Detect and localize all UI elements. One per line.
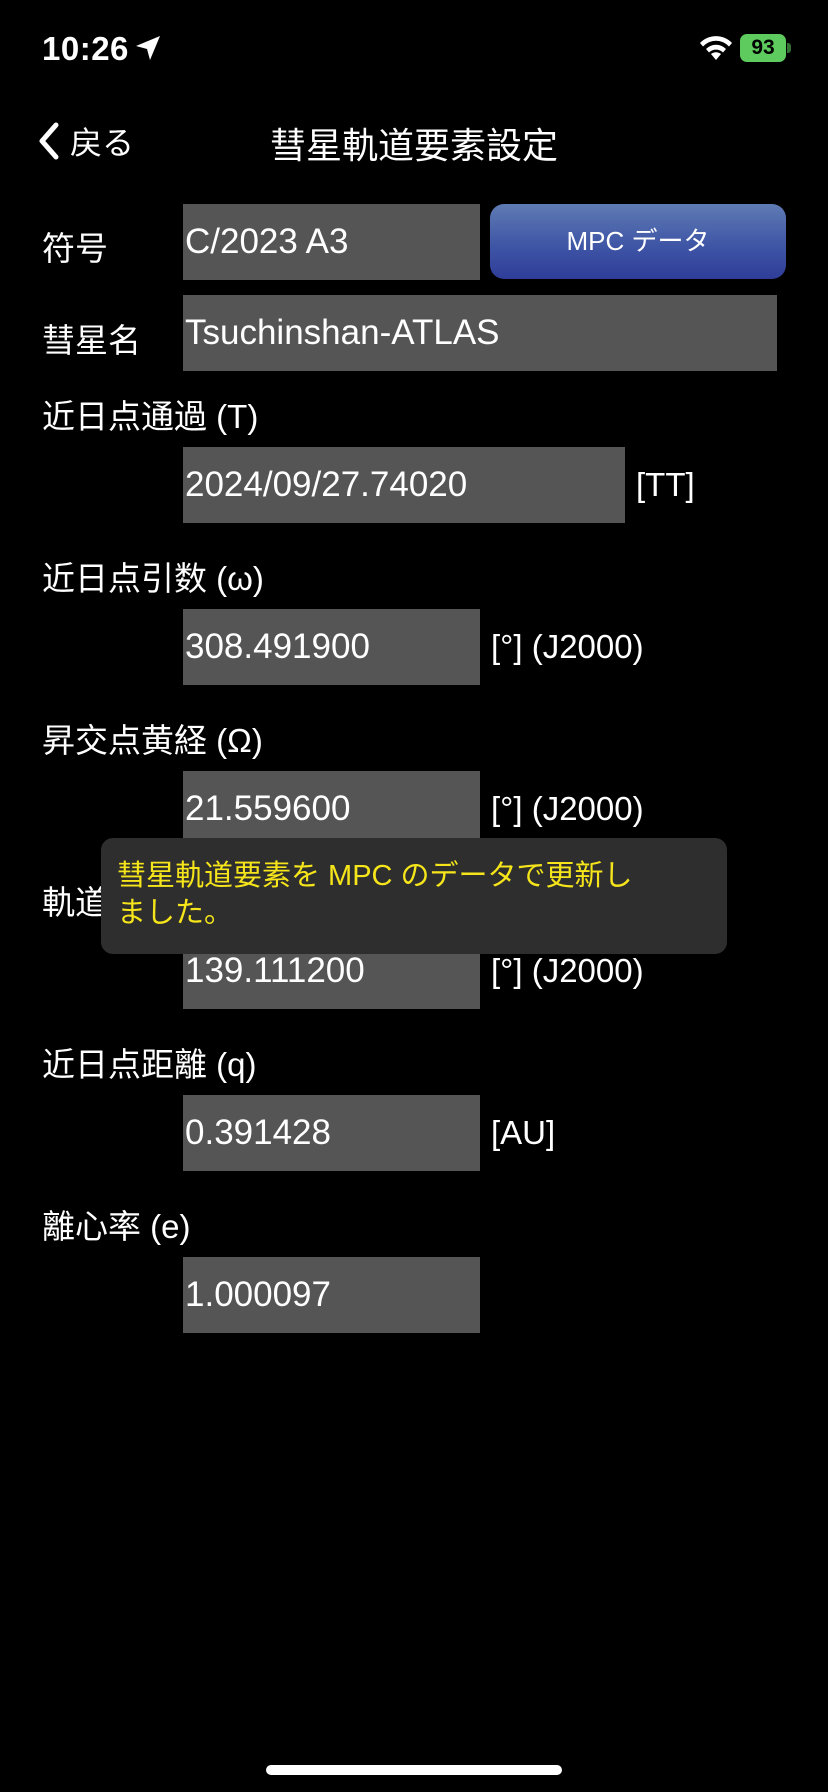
navigation-bar: 戻る 彗星軌道要素設定 [0, 105, 828, 175]
perihelion-distance-field[interactable]: 0.391428 [183, 1095, 480, 1171]
status-bar: 10:26 93 [0, 0, 828, 100]
location-arrow-icon [136, 36, 160, 60]
perihelion-distance-label: 近日点距離 (q) [42, 1046, 257, 1083]
home-indicator[interactable] [266, 1765, 562, 1775]
battery-tip [787, 43, 791, 53]
wifi-icon [700, 36, 732, 60]
inclination-label: 軌道 [42, 884, 108, 921]
inclination-unit: [°] (J2000) [491, 952, 644, 989]
comet-name-label: 彗星名 [42, 322, 141, 359]
perihelion-time-label: 近日点通過 (T) [42, 398, 259, 435]
arg-perihelion-field[interactable]: 308.491900 [183, 609, 480, 685]
eccentricity-field[interactable]: 1.000097 [183, 1257, 480, 1333]
toast-line-2: ました。 [117, 897, 234, 929]
toast-line-1: 彗星軌道要素を MPC のデータで更新し [117, 860, 633, 892]
battery-level: 93 [740, 34, 786, 62]
comet-name-field[interactable]: Tsuchinshan-ATLAS [183, 295, 777, 371]
toast-message: 彗星軌道要素を MPC のデータで更新し ました。 [101, 838, 727, 954]
perihelion-time-field[interactable]: 2024/09/27.74020 [183, 447, 625, 523]
status-time: 10:26 [42, 30, 129, 67]
asc-node-unit: [°] (J2000) [491, 790, 644, 827]
mpc-data-button[interactable]: MPC データ [490, 204, 786, 279]
perihelion-time-unit: [TT] [636, 466, 695, 503]
asc-node-label: 昇交点黄経 (Ω) [42, 722, 263, 759]
asc-node-field[interactable]: 21.559600 [183, 771, 480, 847]
battery-indicator: 93 [740, 34, 791, 62]
arg-perihelion-label: 近日点引数 (ω) [42, 560, 264, 597]
arg-perihelion-unit: [°] (J2000) [491, 628, 644, 665]
designation-label: 符号 [42, 230, 108, 267]
perihelion-distance-unit: [AU] [491, 1114, 556, 1151]
designation-field[interactable]: C/2023 A3 [183, 204, 480, 280]
eccentricity-label: 離心率 (e) [42, 1208, 191, 1245]
page-title: 彗星軌道要素設定 [269, 125, 558, 166]
